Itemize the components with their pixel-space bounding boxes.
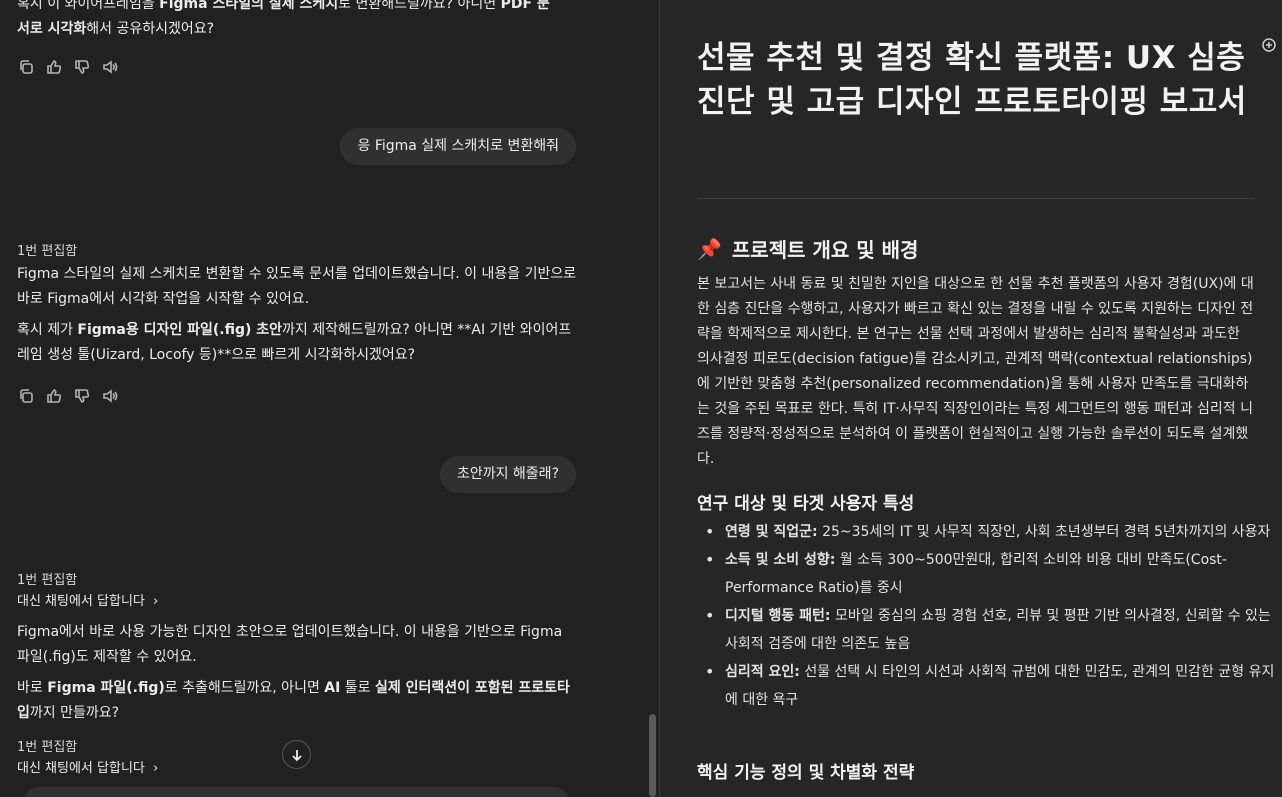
chat-scrollbar-thumb[interactable] [649, 714, 656, 797]
message-text: Figma에서 바로 사용 가능한 디자인 초안으로 업데이트했습니다. 이 내… [17, 624, 563, 665]
reply-link-label: 대신 채팅에서 답합니다 [17, 761, 145, 776]
section-heading: 📌 프로젝트 개요 및 배경 [697, 234, 918, 263]
thumbs-up-icon[interactable] [45, 387, 63, 405]
message-text: 혹시 이 와이어프레임을 [17, 0, 160, 12]
assistant-message: Figma에서 바로 사용 가능한 디자인 초안으로 업데이트했습니다. 이 내… [17, 620, 577, 670]
assistant-message: Figma 스타일의 실제 스케치로 변환할 수 있도록 문서를 업데이트했습니… [17, 262, 577, 312]
message-bold-text: Figma 스타일의 실제 스케치 [159, 0, 339, 12]
subsection-heading: 연구 대상 및 타겟 사용자 특성 [697, 494, 915, 514]
message-text: 로 변환해드릴까요? 아니면 [338, 0, 501, 12]
copy-icon[interactable] [17, 387, 35, 405]
divider-line [697, 198, 1255, 199]
speaker-icon[interactable] [101, 58, 119, 76]
list-item: 심리적 요인: 선물 선택 시 타인의 시선과 사회적 규범에 대한 민감도, … [705, 658, 1282, 714]
message-bold-text: Figma 파일(.fig) [47, 680, 165, 696]
document-title: 선물 추천 및 결정 확신 플랫폼: UX 심층 진단 및 고급 디자인 프로토… [697, 40, 1247, 120]
reply-in-chat-link[interactable]: 대신 채팅에서 답합니다 › [17, 590, 158, 609]
chat-panel: 혹시 이 와이어프레임을 Figma 스타일의 실제 스케치로 변환해드릴까요?… [0, 0, 659, 797]
chevron-right-icon: › [149, 594, 159, 609]
chevron-right-icon: › [149, 761, 159, 776]
thumbs-down-icon[interactable] [73, 58, 91, 76]
user-message-text: 초안까지 해줄래? [456, 466, 559, 482]
thumbs-down-icon[interactable] [73, 387, 91, 405]
message-text: 혹시 제가 [17, 322, 78, 338]
copy-icon[interactable] [17, 58, 35, 76]
section-paragraph: 본 보고서는 사내 동료 및 친밀한 지인을 대상으로 한 선물 추천 플랫폼의… [697, 276, 1254, 467]
subsection-heading: 핵심 기능 정의 및 차별화 전략 [697, 763, 915, 783]
message-text: 로 추출해드릴까요, 아니면 [164, 680, 325, 696]
chat-scrollbar[interactable] [646, 0, 659, 797]
message-bold-text: PDF 문 [500, 0, 550, 12]
speaker-icon[interactable] [101, 387, 119, 405]
message-bold-text: AI [324, 680, 341, 696]
user-message-bubble: 응 Figma 실제 스캐치로 변환해줘 [340, 128, 576, 165]
edited-indicator: 1번 편집함 [17, 573, 78, 588]
edited-indicator: 1번 편집함 [17, 244, 78, 259]
list-item-label: 연령 및 직업군: [725, 524, 818, 540]
user-message-bubble: 초안까지 해줄래? [439, 456, 576, 493]
section-heading-text: 프로젝트 개요 및 배경 [731, 238, 919, 262]
message-text: 툴로 [340, 680, 375, 696]
reply-link-label: 대신 채팅에서 답합니다 [17, 594, 145, 609]
list-item-text: 선물 선택 시 타인의 시선과 사회적 규범에 대한 민감도, 관계의 민감한 … [725, 664, 1275, 708]
message-bold-text: 서로 시각화 [17, 21, 87, 37]
message-bold-text: Figma용 디자인 파일(.fig) 초안 [77, 322, 283, 338]
assistant-message: 혹시 이 와이어프레임을 Figma 스타일의 실제 스케치로 변환해드릴까요?… [17, 0, 577, 42]
user-message-text: 응 Figma 실제 스캐치로 변환해줘 [357, 138, 559, 154]
list-item-label: 디지털 행동 패턴: [725, 608, 831, 624]
message-text: 바로 [17, 680, 48, 696]
list-item: 소득 및 소비 성향: 월 소득 300~500만원대, 합리적 소비와 비용 … [705, 546, 1282, 602]
target-user-list: 연령 및 직업군: 25~35세의 IT 및 사무직 직장인, 사회 초년생부터… [697, 518, 1282, 714]
message-actions [17, 387, 119, 405]
message-actions [17, 58, 119, 76]
assistant-message: 바로 Figma 파일(.fig)로 추출해드릴까요, 아니면 AI 툴로 실제… [17, 676, 577, 726]
canvas-document-panel: 선물 추천 및 결정 확신 플랫폼: UX 심층 진단 및 고급 디자인 프로토… [660, 0, 1282, 797]
edited-indicator: 1번 편집함 [17, 740, 78, 755]
list-item: 연령 및 직업군: 25~35세의 IT 및 사무직 직장인, 사회 초년생부터… [705, 518, 1282, 546]
scroll-to-bottom-button[interactable] [282, 740, 311, 769]
pushpin-icon: 📌 [697, 236, 722, 261]
list-item: 디지털 행동 패턴: 모바일 중심의 쇼핑 경험 선호, 리뷰 및 평판 기반 … [705, 602, 1282, 658]
list-item-text: 25~35세의 IT 및 사무직 직장인, 사회 초년생부터 경력 5년차까지의… [817, 524, 1271, 540]
thumbs-up-icon[interactable] [45, 58, 63, 76]
list-item-label: 소득 및 소비 성향: [725, 552, 836, 568]
message-composer[interactable] [24, 787, 569, 797]
arrow-down-icon [291, 749, 302, 761]
message-text: Figma 스타일의 실제 스케치로 변환할 수 있도록 문서를 업데이트했습니… [17, 266, 577, 307]
list-item-label: 심리적 요인: [725, 664, 800, 680]
message-text: 해서 공유하시겠어요? [86, 21, 215, 37]
assistant-message: 혹시 제가 Figma용 디자인 파일(.fig) 초안까지 제작해드릴까요? … [17, 318, 577, 368]
reply-in-chat-link[interactable]: 대신 채팅에서 답합니다 › [17, 757, 158, 776]
message-text: 까지 만들까요? [29, 705, 120, 721]
